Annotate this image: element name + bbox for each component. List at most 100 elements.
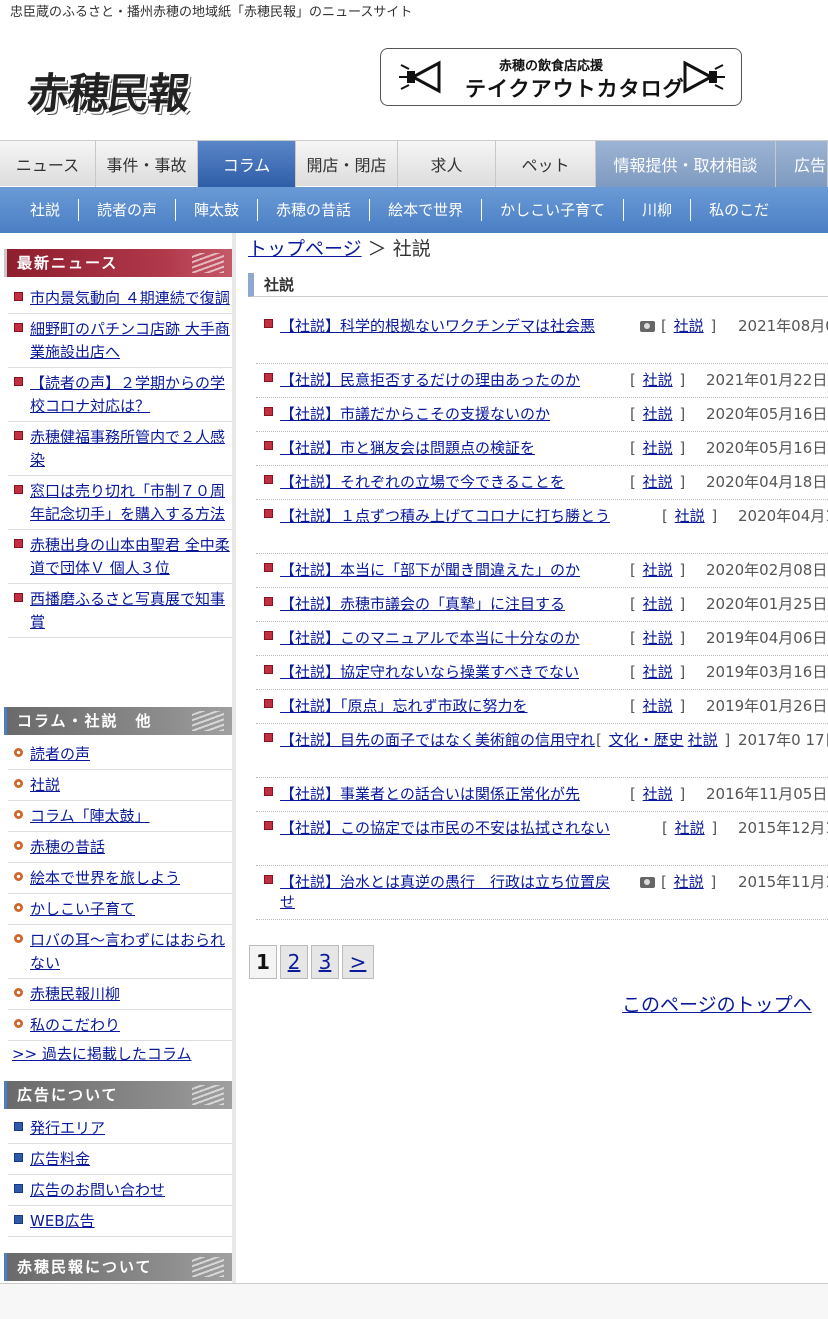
list-item[interactable]: 細野町のパチンコ店跡 大手商業施設出店へ xyxy=(8,314,232,368)
list-item[interactable]: ロバの耳〜言わずにはおられない xyxy=(8,925,232,979)
subnav-editorial[interactable]: 社説 xyxy=(0,199,80,221)
list-link[interactable]: 市内景気動向 ４期連続で復調 xyxy=(30,289,230,307)
category-link[interactable]: 社説 xyxy=(643,629,673,647)
nav-info-request[interactable]: 情報提供・取材相談 xyxy=(596,141,776,187)
list-item[interactable]: 窓口は売り切れ「市制７０周年記念切手」を購入する方法 xyxy=(8,476,232,530)
nav-column[interactable]: コラム xyxy=(198,141,296,187)
list-item[interactable]: 赤穂健福事務所管内で２人感染 xyxy=(8,422,232,476)
article-title-link[interactable]: 【社説】本当に「部下が聞き間違えた」のか xyxy=(280,560,640,580)
past-columns-link[interactable]: >> 過去に掲載したコラム xyxy=(12,1045,191,1063)
article-title-link[interactable]: 【社説】治水とは真逆の愚行 行政は立ち位置戻せ xyxy=(280,872,620,912)
bullet-icon xyxy=(14,539,23,548)
article-title-link[interactable]: 【社説】それぞれの立場で今できることを xyxy=(280,472,640,492)
list-link[interactable]: 広告のお問い合わせ xyxy=(30,1181,165,1199)
category-link[interactable]: 社説 xyxy=(674,873,704,891)
category-link[interactable]: 社説 xyxy=(643,439,673,457)
list-link[interactable]: 窓口は売り切れ「市制７０周年記念切手」を購入する方法 xyxy=(30,482,225,523)
list-item[interactable]: 赤穂の昔話 xyxy=(8,832,232,863)
list-item[interactable]: 赤穂民報川柳 xyxy=(8,979,232,1010)
list-link[interactable]: 細野町のパチンコ店跡 大手商業施設出店へ xyxy=(30,320,230,361)
back-to-top-link[interactable]: このページのトップへ xyxy=(622,990,812,1017)
article-row: 【社説】本当に「部下が聞き間違えた」のか[ 社説 ] 2020年02月08日 xyxy=(256,554,828,588)
category-link[interactable]: 社説 xyxy=(643,371,673,389)
nav-openings[interactable]: 開店・閉店 xyxy=(296,141,398,187)
list-item[interactable]: 読者の声 xyxy=(8,739,232,770)
list-item[interactable]: 西播磨ふるさと写真展で知事賞 xyxy=(8,584,232,638)
subnav-readers-voice[interactable]: 読者の声 xyxy=(79,199,177,221)
list-item[interactable]: 広告料金 xyxy=(8,1144,232,1175)
article-title-link[interactable]: 【社説】この協定では市民の不安は払拭されない xyxy=(280,818,620,838)
category-link[interactable]: 社説 xyxy=(674,317,704,335)
next-page-link[interactable]: > xyxy=(342,945,374,979)
list-link[interactable]: 読者の声 xyxy=(30,745,90,763)
subnav-parenting[interactable]: かしこい子育て xyxy=(482,199,625,221)
article-title-link[interactable]: 【社説】事業者との話合いは関係正常化が先 xyxy=(280,784,640,804)
category-link[interactable]: 社説 xyxy=(688,731,718,749)
subnav-picture-books[interactable]: 絵本で世界 xyxy=(370,199,483,221)
category-link[interactable]: 社説 xyxy=(643,473,673,491)
article-title-link[interactable]: 【社説】民意拒否するだけの理由あったのか xyxy=(280,370,640,390)
list-link[interactable]: 赤穂の昔話 xyxy=(30,838,105,856)
article-title-link[interactable]: 【社説】科学的根拠ないワクチンデマは社会悪 xyxy=(280,316,620,336)
list-link[interactable]: 赤穂民報川柳 xyxy=(30,985,120,1003)
list-link[interactable]: 赤穂出身の山本由聖君 全中柔道で団体Ｖ 個人３位 xyxy=(30,536,230,577)
takeout-catalog-banner[interactable]: 赤穂の飲食店応援 テイクアウトカタログ xyxy=(380,48,742,106)
article-bullet-icon xyxy=(264,373,273,382)
list-item[interactable]: 私のこだわり xyxy=(8,1010,232,1041)
list-link[interactable]: 赤穂健福事務所管内で２人感染 xyxy=(30,428,225,469)
list-link[interactable]: WEB広告 xyxy=(30,1212,95,1230)
article-title-link[interactable]: 【社説】「原点」忘れず市政に努力を xyxy=(280,696,640,716)
article-title-link[interactable]: 【社説】赤穂市議会の「真摯」に注目する xyxy=(280,594,640,614)
nav-news[interactable]: ニュース xyxy=(0,141,96,187)
article-title-link[interactable]: 【社説】１点ずつ積み上げてコロナに打ち勝とう xyxy=(280,506,620,526)
category-link[interactable]: 社説 xyxy=(643,561,673,579)
list-item[interactable]: コラム「陣太鼓」 xyxy=(8,801,232,832)
category-link[interactable]: 文化・歴史 xyxy=(609,731,684,749)
list-item[interactable]: WEB広告 xyxy=(8,1206,232,1237)
category-link[interactable]: 社説 xyxy=(643,663,673,681)
nav-jobs[interactable]: 求人 xyxy=(398,141,496,187)
list-item[interactable]: 市内景気動向 ４期連続で復調 xyxy=(8,283,232,314)
list-link[interactable]: 【読者の声】２学期からの学校コロナ対応は？ xyxy=(30,374,225,415)
article-date: 2019年03月16日 xyxy=(706,663,828,681)
category-link[interactable]: 社説 xyxy=(643,595,673,613)
list-link[interactable]: コラム「陣太鼓」 xyxy=(30,807,150,825)
subnav-kodawari[interactable]: 私のこだ xyxy=(691,199,787,221)
subnav-senryu[interactable]: 川柳 xyxy=(624,199,692,221)
nav-ads[interactable]: 広告 xyxy=(776,141,828,187)
list-link[interactable]: かしこい子育て xyxy=(30,900,135,918)
subnav-jindaiko[interactable]: 陣太鼓 xyxy=(176,199,259,221)
article-title-link[interactable]: 【社説】協定守れないなら操業すべきでない xyxy=(280,662,640,682)
article-title-link[interactable]: 【社説】目先の面子ではなく美術館の信用守れ xyxy=(280,730,620,750)
list-item[interactable]: かしこい子育て xyxy=(8,894,232,925)
breadcrumb-home-link[interactable]: トップページ xyxy=(248,238,362,260)
list-item[interactable]: 社説 xyxy=(8,770,232,801)
page-2-link[interactable]: 2 xyxy=(280,945,308,979)
category-link[interactable]: 社説 xyxy=(643,697,673,715)
page-3-link[interactable]: 3 xyxy=(311,945,339,979)
nav-pets[interactable]: ペット xyxy=(496,141,596,187)
list-item[interactable]: 広告のお問い合わせ xyxy=(8,1175,232,1206)
list-item[interactable]: 発行エリア xyxy=(8,1113,232,1144)
list-link[interactable]: 発行エリア xyxy=(30,1119,105,1137)
article-bullet-icon xyxy=(264,563,273,572)
list-link[interactable]: 絵本で世界を旅しよう xyxy=(30,869,180,887)
site-logo[interactable]: 赤穂民報 xyxy=(25,60,191,121)
article-title-link[interactable]: 【社説】市と猟友会は問題点の検証を xyxy=(280,438,640,458)
list-link[interactable]: ロバの耳〜言わずにはおられない xyxy=(30,931,225,972)
list-item[interactable]: 赤穂出身の山本由聖君 全中柔道で団体Ｖ 個人３位 xyxy=(8,530,232,584)
list-link[interactable]: 西播磨ふるさと写真展で知事賞 xyxy=(30,590,225,631)
category-link[interactable]: 社説 xyxy=(675,507,705,525)
nav-incidents[interactable]: 事件・事故 xyxy=(96,141,198,187)
article-title-link[interactable]: 【社説】このマニュアルで本当に十分なのか xyxy=(280,628,640,648)
category-link[interactable]: 社説 xyxy=(643,405,673,423)
subnav-old-tales[interactable]: 赤穂の昔話 xyxy=(258,199,371,221)
list-item[interactable]: 絵本で世界を旅しよう xyxy=(8,863,232,894)
list-link[interactable]: 広告料金 xyxy=(30,1150,90,1168)
list-item[interactable]: 【読者の声】２学期からの学校コロナ対応は？ xyxy=(8,368,232,422)
list-link[interactable]: 社説 xyxy=(30,776,60,794)
category-link[interactable]: 社説 xyxy=(643,785,673,803)
article-title-link[interactable]: 【社説】市議だからこその支援ないのか xyxy=(280,404,640,424)
category-link[interactable]: 社説 xyxy=(675,819,705,837)
list-link[interactable]: 私のこだわり xyxy=(30,1016,120,1034)
